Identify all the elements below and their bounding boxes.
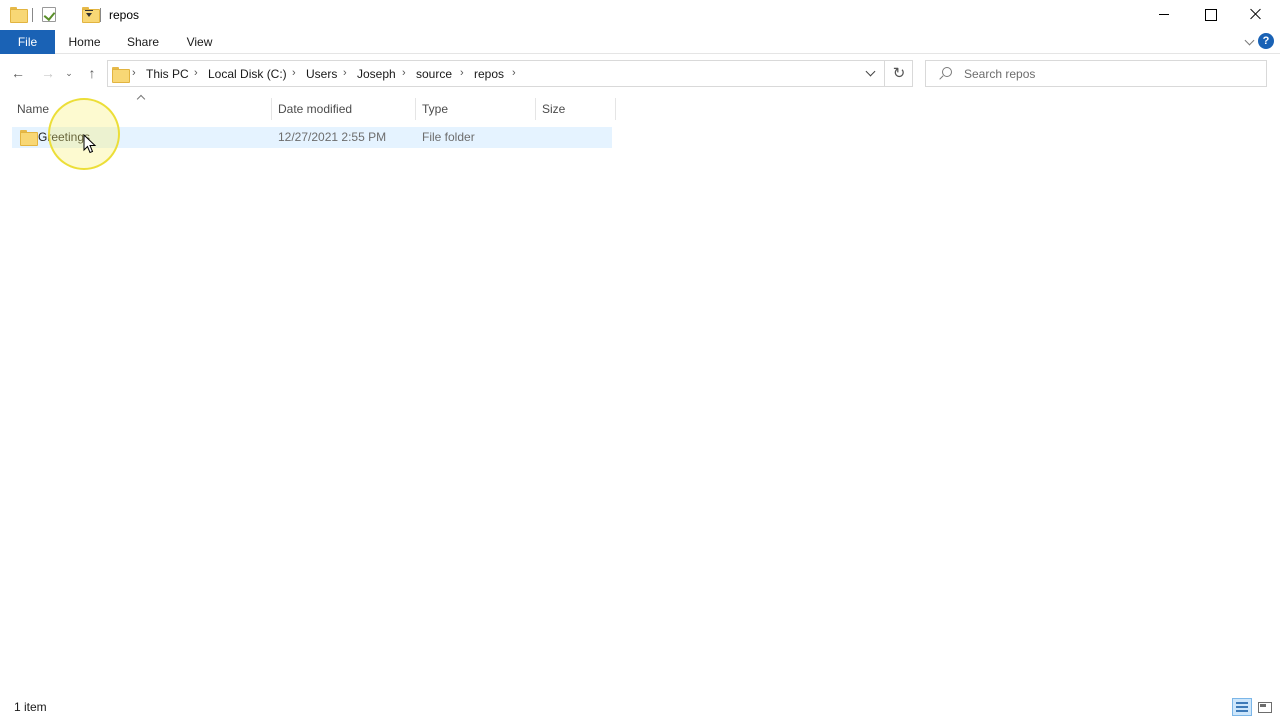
maximize-button[interactable] xyxy=(1187,0,1233,30)
breadcrumb-separator[interactable]: › xyxy=(132,67,136,79)
status-item-count: 1 item xyxy=(14,700,47,714)
column-header-size[interactable]: Size xyxy=(536,98,615,120)
breadcrumb-local-disk[interactable]: Local Disk (C:) xyxy=(208,67,287,81)
quick-access-separator xyxy=(32,8,33,22)
up-button[interactable]: ↑ xyxy=(82,64,102,82)
column-header-date-modified[interactable]: Date modified xyxy=(272,98,415,120)
breadcrumb-this-pc[interactable]: This PC xyxy=(146,67,189,81)
breadcrumb-separator[interactable]: › xyxy=(512,67,516,79)
breadcrumb-repos[interactable]: repos xyxy=(474,67,504,81)
title-separator xyxy=(100,8,101,22)
file-type: File folder xyxy=(422,130,475,144)
breadcrumb-source[interactable]: source xyxy=(416,67,452,81)
tab-file[interactable]: File xyxy=(0,30,55,54)
mouse-pointer-icon xyxy=(83,134,97,154)
navigation-bar: ← → ⌄ ↑ › This PC › Local Disk (C:) › Us… xyxy=(0,56,1280,90)
large-icons-view-button[interactable] xyxy=(1255,698,1275,716)
expand-ribbon-chevron-icon[interactable] xyxy=(1245,37,1254,46)
search-box[interactable] xyxy=(925,60,1267,87)
recent-locations-chevron-icon[interactable]: ⌄ xyxy=(62,64,76,82)
back-button[interactable]: ← xyxy=(8,64,28,82)
ribbon: File Home Share View ? xyxy=(0,30,1280,54)
folder-icon xyxy=(10,7,28,23)
folder-icon xyxy=(20,130,38,146)
search-icon xyxy=(938,67,952,81)
file-date-modified: 12/27/2021 2:55 PM xyxy=(278,130,387,144)
title-bar: repos xyxy=(0,0,1280,30)
refresh-button[interactable]: ↻ xyxy=(884,61,913,86)
column-divider[interactable] xyxy=(615,98,616,120)
help-icon[interactable]: ? xyxy=(1258,33,1274,49)
breadcrumb-separator[interactable]: › xyxy=(292,67,296,79)
address-history-chevron-icon[interactable] xyxy=(860,61,884,86)
tab-home[interactable]: Home xyxy=(62,30,107,54)
tab-share[interactable]: Share xyxy=(120,30,166,54)
address-bar[interactable]: › This PC › Local Disk (C:) › Users › Jo… xyxy=(107,60,913,87)
customize-dropdown-icon[interactable] xyxy=(85,10,94,18)
breadcrumb-joseph[interactable]: Joseph xyxy=(357,67,396,81)
breadcrumb-separator[interactable]: › xyxy=(343,67,347,79)
details-view-button[interactable] xyxy=(1232,698,1252,716)
address-folder-icon xyxy=(112,67,130,83)
breadcrumb-separator[interactable]: › xyxy=(402,67,406,79)
breadcrumb-separator[interactable]: › xyxy=(460,67,464,79)
window-title: repos xyxy=(109,8,140,22)
properties-icon[interactable] xyxy=(42,7,56,22)
column-header-type[interactable]: Type xyxy=(416,98,535,120)
column-header-name[interactable]: Name xyxy=(11,98,271,120)
tab-view[interactable]: View xyxy=(179,30,220,54)
breadcrumb-separator[interactable]: › xyxy=(194,67,198,79)
minimize-button[interactable] xyxy=(1141,0,1187,30)
close-button[interactable] xyxy=(1233,0,1279,30)
forward-button[interactable]: → xyxy=(38,64,58,82)
breadcrumb-users[interactable]: Users xyxy=(306,67,337,81)
search-input[interactable] xyxy=(964,65,1259,82)
